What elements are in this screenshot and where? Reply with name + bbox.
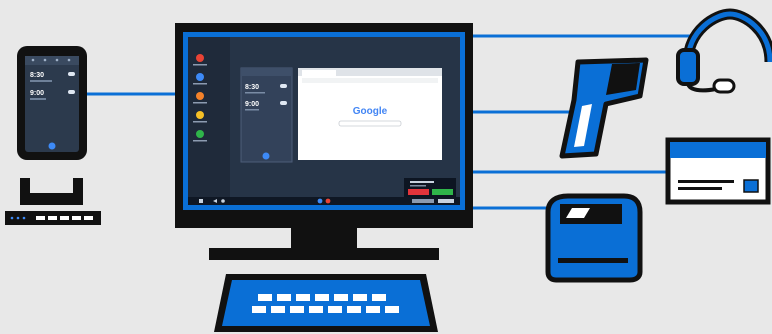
shortcut-label-1 [193, 64, 207, 66]
key-4 [315, 294, 329, 301]
phone-header-dot-3 [55, 58, 59, 62]
shortcut-green-icon [196, 130, 204, 138]
key-13 [347, 306, 361, 313]
shortcut-label-3 [193, 102, 207, 104]
card-header-stripe [670, 142, 766, 158]
monitor-stand-base [209, 248, 439, 260]
shortcut-chrome-icon [196, 54, 204, 62]
card-text-line-1 [678, 180, 734, 183]
google-logo-text: Google [353, 106, 388, 117]
panel-fab-button [262, 152, 270, 160]
phone-alarm-time-2: 9:00 [30, 90, 44, 97]
cradle-port-3 [60, 216, 69, 220]
key-6 [353, 294, 367, 301]
key-5 [334, 294, 348, 301]
desktop-browser-window: Google [298, 68, 442, 160]
shortcut-yellow-icon [196, 111, 204, 119]
panel-toggle-1 [280, 84, 287, 88]
desktop-taskbar [188, 197, 460, 205]
id-card-icon [665, 137, 771, 205]
cradle-port-4 [72, 216, 81, 220]
printer-icon [545, 193, 643, 283]
cradle-port-1 [36, 216, 45, 220]
phone-toggle-2 [68, 90, 75, 94]
phone-screen [25, 56, 79, 152]
key-10 [290, 306, 304, 313]
decline-call-button [408, 189, 429, 195]
card-chip [743, 179, 759, 193]
panel-header [241, 68, 292, 76]
connected-devices-diagram: 8:30 9:00 8:30 9:00 Google [5, 8, 772, 332]
call-notification-title [410, 181, 434, 183]
headset-ear-left [676, 48, 700, 86]
barcode-scanner-icon [559, 57, 649, 159]
headset-icon [676, 8, 772, 94]
taskbar-chrome-icon [325, 198, 331, 204]
keyboard-icon [214, 274, 438, 332]
cradle-led-3 [22, 216, 26, 220]
card-text-line-2 [678, 187, 722, 190]
browser-tab [302, 70, 336, 76]
cradle-led-2 [16, 216, 20, 220]
key-1 [258, 294, 272, 301]
taskbar-app-icon [317, 198, 323, 204]
cradle-shape [20, 178, 83, 205]
key-7 [372, 294, 386, 301]
taskbar-tray-icons [412, 199, 434, 203]
cradle-led-1 [10, 216, 14, 220]
answer-call-button [432, 189, 453, 195]
headset-band [682, 8, 772, 63]
desktop-phone-panel: 8:30 9:00 [240, 67, 293, 163]
panel-toggle-2 [280, 101, 287, 105]
monitor-icon: 8:30 9:00 Google [175, 23, 473, 260]
taskbar-start-icon [199, 199, 203, 203]
cradle-port-2 [48, 216, 57, 220]
keyboard-face [222, 280, 430, 326]
phone-alarm-time-1: 8:30 [30, 72, 44, 79]
phone-header-dot-2 [43, 58, 47, 62]
phone-header-dot-4 [67, 58, 71, 62]
call-notification-sub [410, 185, 426, 187]
panel-sub-1 [245, 92, 265, 94]
panel-sub-2 [245, 109, 259, 111]
panel-body [240, 67, 293, 163]
headset-mic [712, 78, 736, 94]
browser-addressbar [302, 78, 438, 83]
phone-alarm-sub-2 [30, 98, 46, 100]
taskbar-clock [438, 199, 454, 203]
phone-alarm-sub-1 [30, 80, 52, 82]
key-12 [328, 306, 342, 313]
key-11 [309, 306, 323, 313]
smartphone-icon: 8:30 9:00 [17, 46, 87, 160]
shortcut-label-4 [193, 121, 207, 123]
dock-cradle-icon [5, 178, 101, 225]
cradle-port-5 [84, 216, 93, 220]
shortcut-label-5 [193, 140, 207, 142]
phone-toggle-1 [68, 72, 75, 76]
printer-output-tray [558, 258, 628, 263]
key-15 [385, 306, 399, 313]
key-3 [296, 294, 310, 301]
taskbar-home-icon [221, 199, 225, 203]
key-2 [277, 294, 291, 301]
panel-alarm-time-2: 9:00 [245, 101, 259, 108]
shortcut-label-2 [193, 83, 207, 85]
browser-search-box [338, 120, 402, 127]
shortcut-orange-icon [196, 92, 204, 100]
phone-header-dot-1 [31, 58, 35, 62]
key-8 [252, 306, 266, 313]
shortcut-app-icon [196, 73, 204, 81]
call-notification [404, 178, 456, 198]
panel-alarm-time-1: 8:30 [245, 84, 259, 91]
key-14 [366, 306, 380, 313]
key-9 [271, 306, 285, 313]
phone-fab-button [48, 142, 56, 150]
monitor-neck [291, 228, 357, 248]
